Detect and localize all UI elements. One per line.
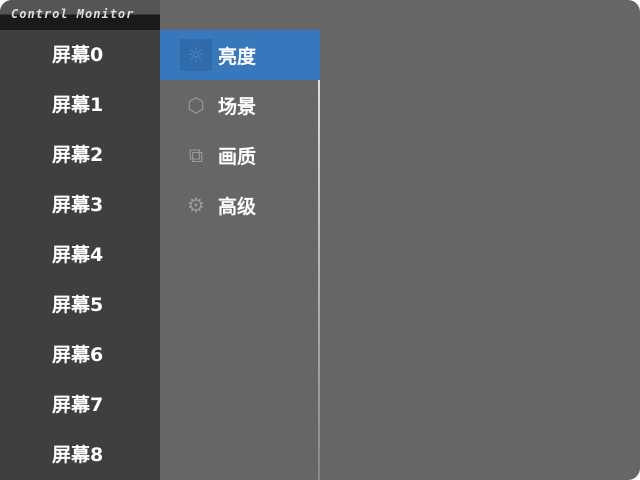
advanced-gear-icon: ⚙ [187,193,205,217]
option-advanced[interactable]: ⚙ 高级 [160,180,320,230]
screen-item-3[interactable]: 屏幕3 [0,180,160,230]
option-scene[interactable]: ⬡ 场景 [160,80,320,130]
option-list: ☼ 亮度 ⬡ 场景 ⧉ 画质 ⚙ 高级 [160,30,320,480]
screen-item-5[interactable]: 屏幕5 [0,280,160,330]
option-label: 画质 [218,145,257,168]
screen-list: 屏幕0 屏幕1 屏幕2 屏幕3 屏幕4 屏幕5 屏幕6 屏幕7 屏幕8 [0,30,160,480]
scene-icon: ⬡ [187,93,205,117]
screen-item-8[interactable]: 屏幕8 [0,430,160,480]
option-brightness[interactable]: ☼ 亮度 [160,30,320,80]
brightness-icon: ☼ [180,39,212,71]
app-title: Control Monitor [11,7,135,21]
image-quality-icon: ⧉ [188,143,204,167]
option-label: 场景 [218,95,257,118]
option-label: 亮度 [218,45,257,68]
screen-item-6[interactable]: 屏幕6 [0,330,160,380]
screen-item-1[interactable]: 屏幕1 [0,80,160,130]
screen-item-2[interactable]: 屏幕2 [0,130,160,180]
screen-item-7[interactable]: 屏幕7 [0,380,160,430]
screen-item-0[interactable]: 屏幕0 [0,30,160,80]
window: Control Monitor 屏幕0 屏幕1 屏幕2 屏幕3 屏幕4 屏幕5 … [0,0,640,480]
screen-item-4[interactable]: 屏幕4 [0,230,160,280]
option-label: 高级 [218,195,257,218]
option-image-quality[interactable]: ⧉ 画质 [160,130,320,180]
title-bar: Control Monitor [0,0,160,30]
